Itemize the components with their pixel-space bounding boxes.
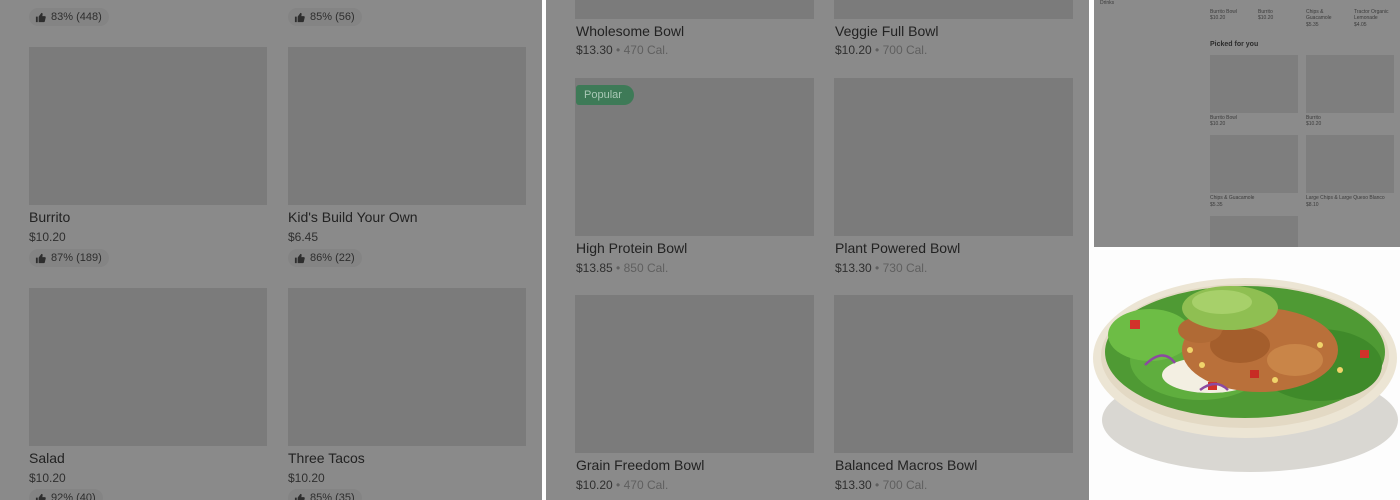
- thumbs-up-icon: [294, 253, 305, 263]
- rating-text: 85% (35): [310, 492, 355, 500]
- mini-item-image[interactable]: [1210, 216, 1298, 247]
- menu-item-title[interactable]: Balanced Macros Bowl: [835, 457, 977, 473]
- menu-item-price: $13.30 • 700 Cal.: [835, 478, 928, 492]
- rating-pill: 92% (40): [29, 489, 103, 500]
- rating-text: 92% (40): [51, 492, 96, 500]
- guacamole-highlight: [1192, 290, 1252, 314]
- menu-item-title[interactable]: Salad: [29, 450, 65, 466]
- rating-pill: 87% (189): [29, 249, 109, 267]
- mini-item-price: $4.05: [1354, 22, 1367, 28]
- mini-item-title[interactable]: Chips & Guacamole: [1210, 195, 1254, 201]
- lettuce-leaf: [1108, 309, 1192, 361]
- sidebar-category[interactable]: Drinks: [1100, 0, 1114, 6]
- menu-item-image[interactable]: [29, 288, 267, 446]
- menu-item-price: $13.30 • 470 Cal.: [576, 43, 669, 57]
- rating-pill: 83% (448): [29, 8, 109, 26]
- popular-badge: Popular: [576, 85, 634, 105]
- bowl-illustration: [1093, 278, 1398, 472]
- menu-item-title[interactable]: Kid's Build Your Own: [288, 209, 418, 225]
- menu-item-title[interactable]: Burrito: [29, 209, 70, 225]
- menu-item-image[interactable]: [288, 47, 526, 205]
- corn-icon: [1187, 347, 1193, 353]
- mini-item-price: $10.20: [1258, 15, 1274, 21]
- corn-icon: [1317, 342, 1323, 348]
- mini-item-price: $10.20: [1210, 121, 1226, 127]
- corn-icon: [1199, 362, 1205, 368]
- mini-item-price: $8.10: [1306, 202, 1319, 208]
- menu-item-title[interactable]: Three Tacos: [288, 450, 365, 466]
- menu-item-image[interactable]: [834, 0, 1073, 19]
- chicken-chunk: [1267, 344, 1323, 376]
- menu-overview-thumbnail: Drinks Burrito Bowl $10.20 Burrito $10.2…: [1094, 0, 1400, 247]
- thumbs-up-icon: [294, 12, 305, 22]
- menu-item-price: $10.20 • 700 Cal.: [835, 43, 928, 57]
- menu-item-price: $10.20 • 470 Cal.: [576, 478, 669, 492]
- menu-panel-bowls: Wholesome Bowl Veggie Full Bowl $13.30 •…: [546, 0, 1089, 500]
- mini-item-price: $10.20: [1210, 15, 1226, 21]
- mini-item-image[interactable]: [1306, 55, 1394, 113]
- mini-item-title[interactable]: Large Chips & Large Queso Blanco: [1306, 195, 1385, 201]
- tomato-icon: [1250, 370, 1259, 378]
- menu-item-title[interactable]: Plant Powered Bowl: [835, 240, 960, 256]
- mini-item-image[interactable]: [1210, 135, 1298, 193]
- menu-item-title[interactable]: Grain Freedom Bowl: [576, 457, 704, 473]
- rating-text: 85% (56): [310, 11, 355, 23]
- tomato-icon: [1130, 320, 1140, 329]
- menu-item-image[interactable]: [834, 295, 1073, 453]
- menu-item-title[interactable]: High Protein Bowl: [576, 240, 687, 256]
- mini-item-title[interactable]: Chips & Guacamole: [1306, 9, 1344, 21]
- mini-item-price: $5.35: [1306, 22, 1319, 28]
- thumbs-up-icon: [35, 12, 46, 22]
- mini-item-image[interactable]: [1306, 135, 1394, 193]
- menu-item-price: $13.30 • 730 Cal.: [835, 261, 928, 275]
- menu-item-title[interactable]: Wholesome Bowl: [576, 23, 684, 39]
- rating-text: 83% (448): [51, 11, 102, 23]
- rating-text: 87% (189): [51, 252, 102, 264]
- thumbs-up-icon: [35, 253, 46, 263]
- menu-item-image[interactable]: [288, 288, 526, 446]
- menu-item-price: $10.20: [29, 471, 66, 485]
- menu-item-image[interactable]: [575, 0, 814, 19]
- menu-item-title[interactable]: Veggie Full Bowl: [835, 23, 939, 39]
- menu-item-price: $13.85 • 850 Cal.: [576, 261, 669, 275]
- menu-item-price: $10.20: [288, 471, 325, 485]
- section-heading: Picked for you: [1210, 41, 1259, 48]
- thumbs-up-icon: [294, 493, 305, 500]
- mini-item-price: $10.20: [1306, 121, 1322, 127]
- mini-item-title[interactable]: Tractor Organic Lemonade: [1354, 9, 1396, 21]
- tomato-icon: [1360, 350, 1369, 358]
- thumbs-up-icon: [35, 493, 46, 500]
- mini-item-image[interactable]: [1210, 55, 1298, 113]
- menu-panel-left: 83% (448) 85% (56) Burrito Kid's Build Y…: [0, 0, 542, 500]
- rating-pill: 85% (56): [288, 8, 362, 26]
- menu-item-image[interactable]: [575, 295, 814, 453]
- corn-icon: [1337, 367, 1343, 373]
- menu-item-image[interactable]: [29, 47, 267, 205]
- rating-pill: 85% (35): [288, 489, 362, 500]
- rating-text: 86% (22): [310, 252, 355, 264]
- corn-icon: [1272, 377, 1278, 383]
- menu-item-price: $6.45: [288, 230, 319, 244]
- rating-pill: 86% (22): [288, 249, 362, 267]
- menu-item-image[interactable]: [834, 78, 1073, 236]
- salad-bowl-photo: [1090, 250, 1400, 500]
- mini-item-price: $5.35: [1210, 202, 1223, 208]
- menu-item-price: $10.20: [29, 230, 66, 244]
